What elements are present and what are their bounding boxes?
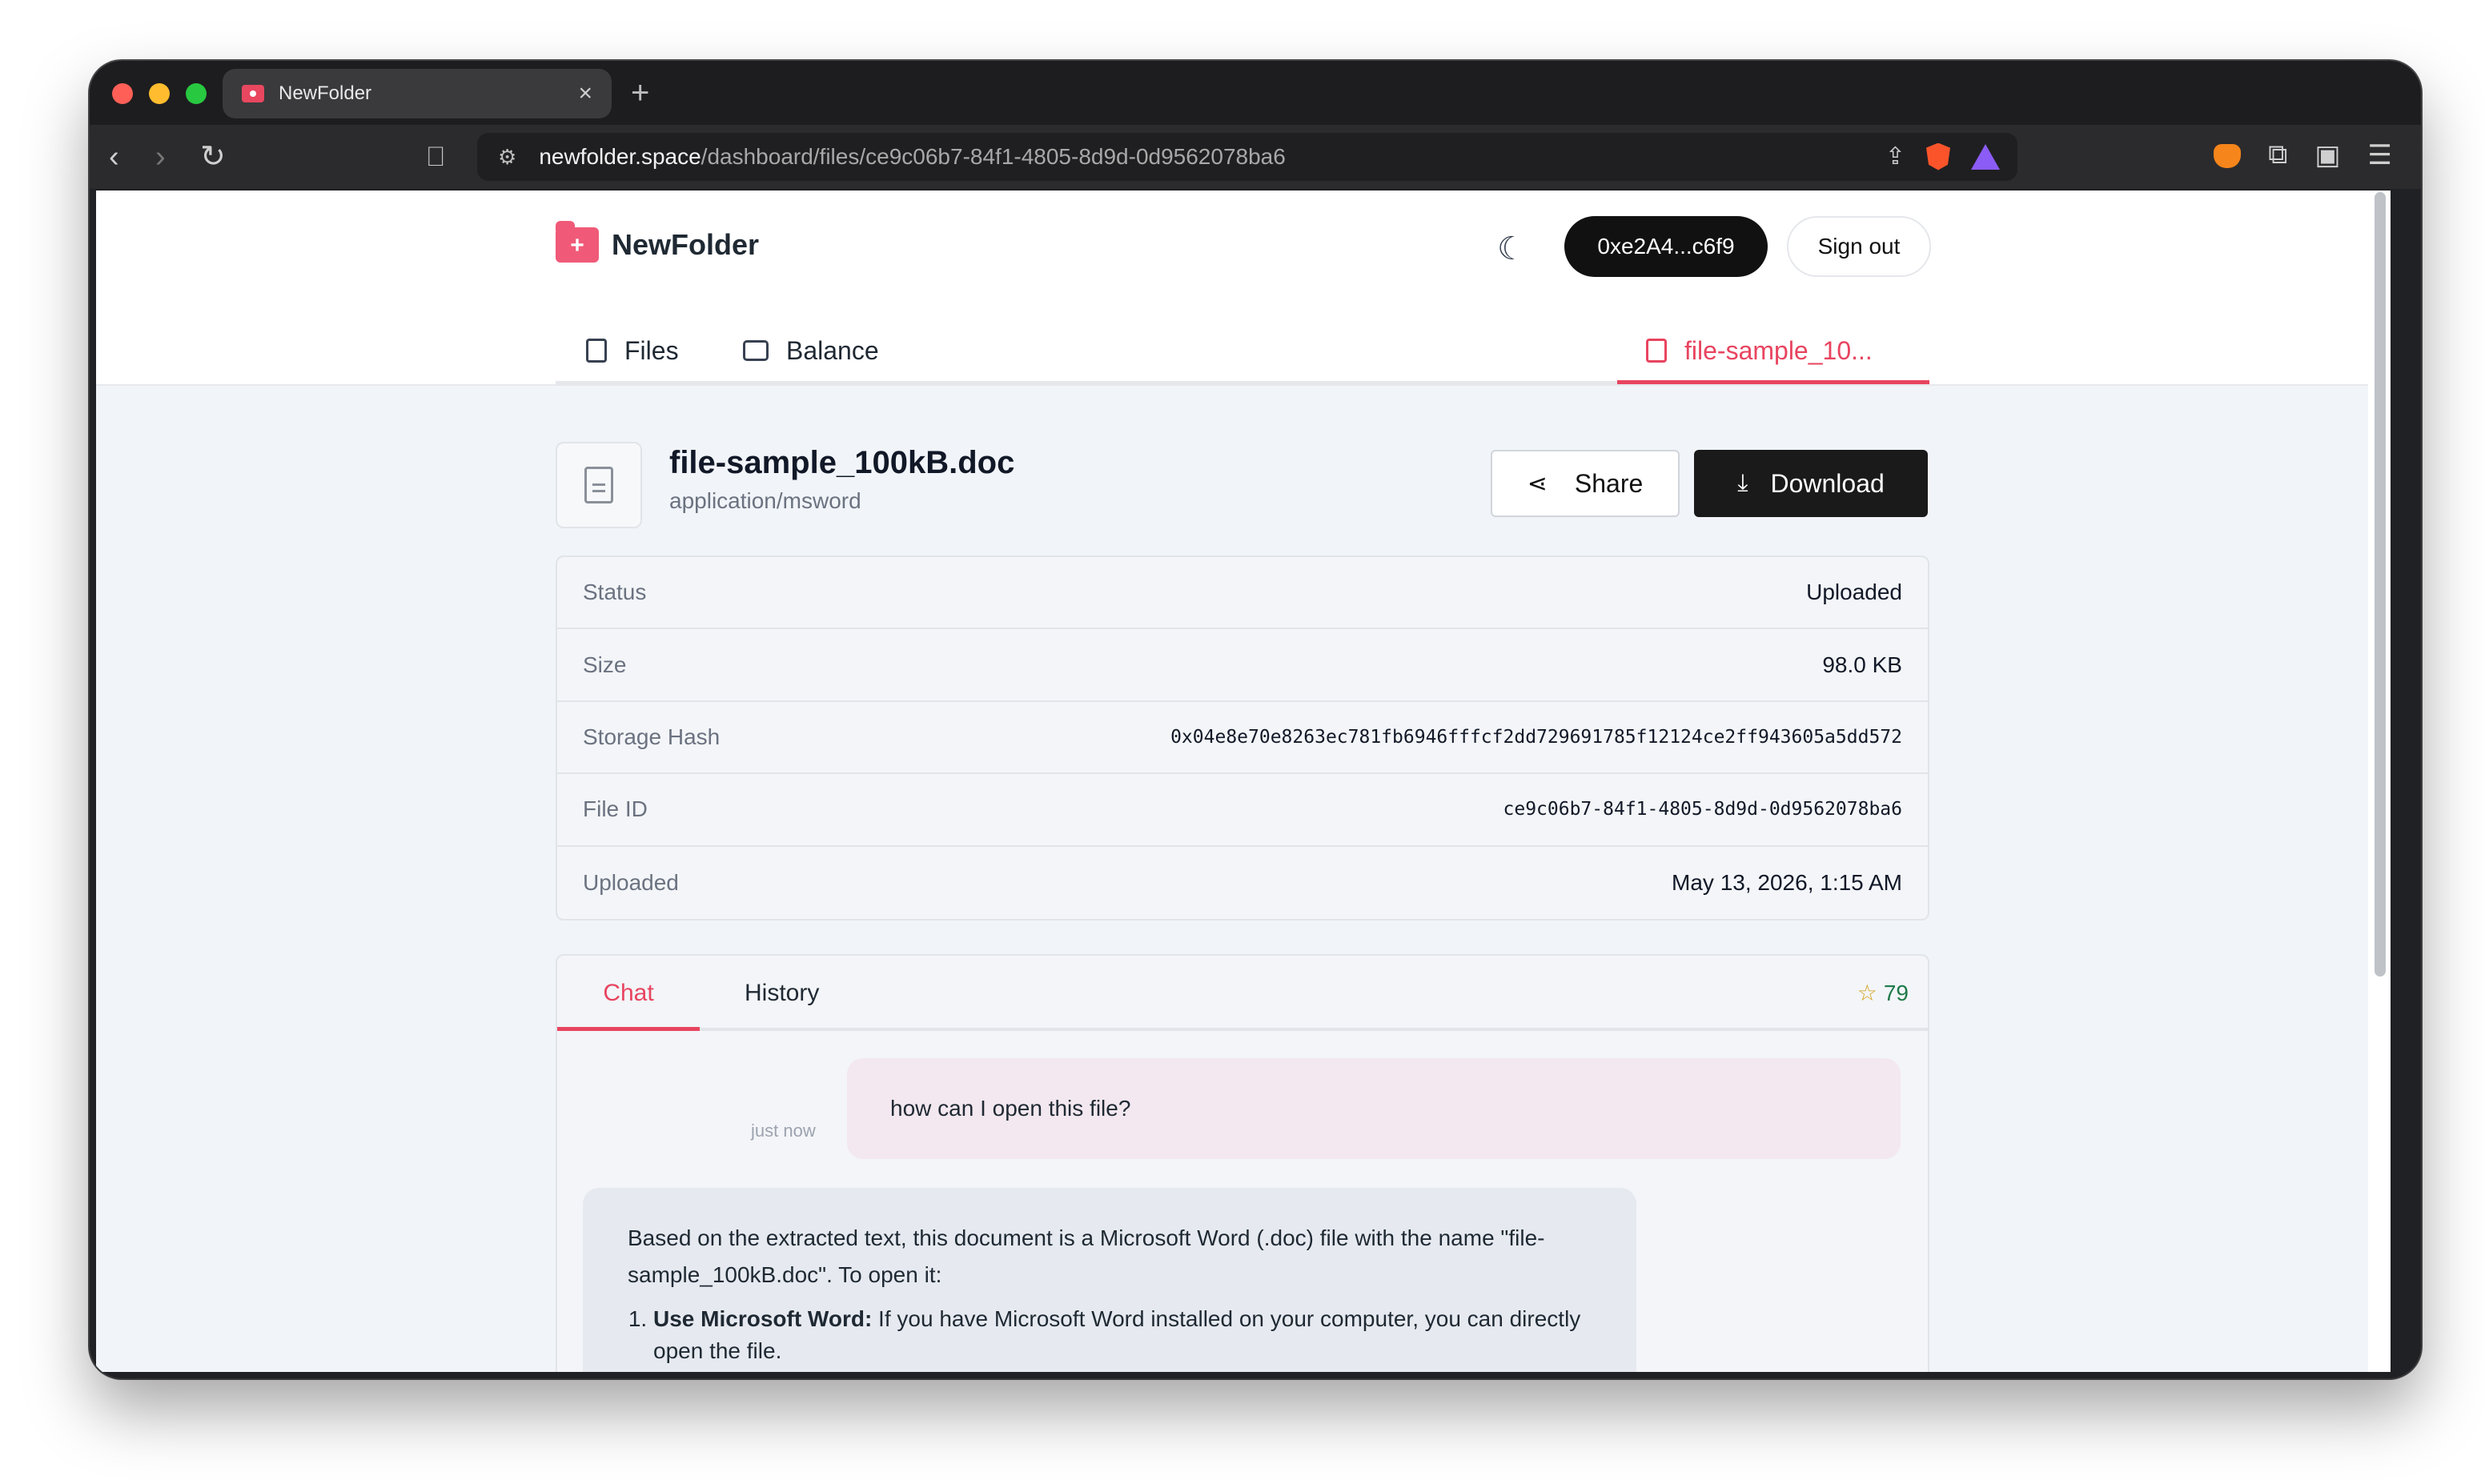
files-icon <box>586 339 607 363</box>
tab-chat[interactable]: Chat <box>557 956 700 1031</box>
detail-row-status: Status Uploaded <box>557 557 1928 630</box>
star-count-value: 79 <box>1883 980 1909 1005</box>
browser-toolbar: ‹ › ↻ ⎕ ⚙ newfolder.space /dashboard/fil… <box>90 125 2421 189</box>
nav-files[interactable]: Files <box>586 317 679 384</box>
chat-panel: Chat History ☆ 79 just now how can I ope… <box>556 954 1929 1372</box>
forward-icon[interactable]: › <box>155 139 166 174</box>
tab-history[interactable]: History <box>745 956 819 1031</box>
detail-value: Uploaded <box>1806 580 1902 605</box>
tab-close-icon[interactable]: × <box>578 80 592 107</box>
nav-balance[interactable]: Balance <box>743 317 879 384</box>
menu-icon[interactable]: ☰ <box>2368 139 2392 171</box>
download-icon: ⤓ <box>1737 470 1748 496</box>
maximize-window-button[interactable] <box>186 83 207 104</box>
list-item: Use Microsoft Word: If you have Microsof… <box>653 1303 1592 1367</box>
detail-label: Uploaded <box>583 869 679 895</box>
close-window-button[interactable] <box>112 83 133 104</box>
share-button-label: Share <box>1574 468 1644 498</box>
detail-row-uploaded: Uploaded May 13, 2026, 1:15 AM <box>557 847 1928 919</box>
nav-active-indicator <box>1617 380 1929 384</box>
folder-favicon-icon <box>242 85 264 102</box>
detail-row-size: Size 98.0 KB <box>557 629 1928 702</box>
share-page-icon[interactable]: ⇪ <box>1885 142 1905 170</box>
detail-value: May 13, 2026, 1:15 AM <box>1672 869 1902 895</box>
new-tab-button[interactable]: + <box>631 75 649 111</box>
detail-value: 0x04e8e70e8263ec781fb6946fffcf2dd7296917… <box>1170 726 1902 748</box>
brave-shields-icon[interactable] <box>1926 142 1950 170</box>
address-bar-actions: ⇪ <box>1885 142 2000 170</box>
back-icon[interactable]: ‹ <box>109 139 119 174</box>
main-nav: Files Balance file-sample_10... <box>556 317 1929 384</box>
extensions-puzzle-icon[interactable]: ⧉ <box>2268 139 2287 171</box>
sign-out-button[interactable]: Sign out <box>1787 216 1931 277</box>
tab-title: NewFolder <box>279 82 372 104</box>
address-bar[interactable]: ⚙ newfolder.space /dashboard/files/ce9c0… <box>477 133 2017 181</box>
detail-row-storage-hash: Storage Hash 0x04e8e70e8263ec781fb6946ff… <box>557 702 1928 775</box>
assistant-message-intro: Based on the extracted text, this docume… <box>628 1225 1545 1287</box>
nav-current-file[interactable]: file-sample_10... <box>1646 317 1873 384</box>
file-details-table: Status Uploaded Size 98.0 KB Storage Has… <box>556 555 1929 920</box>
metamask-icon[interactable] <box>2214 144 2242 168</box>
extension-icons: ⧉ ▣ ☰ <box>2214 139 2392 171</box>
assistant-message-list: Use Microsoft Word: If you have Microsof… <box>628 1303 1592 1367</box>
folder-plus-icon: + <box>556 221 599 263</box>
detail-label: Storage Hash <box>583 724 721 749</box>
scrollbar[interactable] <box>2375 192 2386 977</box>
detail-label: Status <box>583 580 647 605</box>
star-count: ☆ 79 <box>1857 980 1909 1006</box>
share-icon: ⋖ <box>1527 470 1548 497</box>
tab-strip: NewFolder × + <box>90 61 2421 125</box>
detail-label: Size <box>583 652 627 677</box>
nav-current-file-label: file-sample_10... <box>1684 335 1873 365</box>
site-settings-icon[interactable]: ⚙ <box>498 145 516 170</box>
download-button-label: Download <box>1770 468 1885 498</box>
chat-tab-indicator <box>557 1027 700 1031</box>
wallet-address-button[interactable]: 0xe2A4...c6f9 <box>1564 216 1768 277</box>
reload-icon[interactable]: ↻ <box>200 139 226 174</box>
nav-balance-label: Balance <box>786 335 879 365</box>
download-button[interactable]: ⤓ Download <box>1694 450 1928 517</box>
url-path: /dashboard/files/ce9c06b7-84f1-4805-8d9d… <box>701 144 1286 169</box>
star-icon: ☆ <box>1857 981 1877 1005</box>
minimize-window-button[interactable] <box>149 83 170 104</box>
chat-tabs: Chat History ☆ 79 <box>557 956 1928 1031</box>
browser-window: NewFolder × + ‹ › ↻ ⎕ ⚙ newfolder.space … <box>90 61 2421 1378</box>
nav-files-label: Files <box>624 335 679 365</box>
list-item-title: Use Microsoft Word: <box>653 1306 873 1331</box>
file-type-thumbnail <box>556 442 642 528</box>
theme-toggle-moon-icon[interactable]: ☾ <box>1497 231 1526 267</box>
brand-logo[interactable]: + NewFolder <box>556 221 760 263</box>
message-timestamp: just now <box>751 1121 816 1141</box>
detail-label: File ID <box>583 796 648 822</box>
brave-rewards-icon[interactable] <box>1971 143 2000 170</box>
browser-tab[interactable]: NewFolder × <box>223 69 612 118</box>
wallet-icon <box>743 340 769 361</box>
reader-view-icon[interactable]: ▣ <box>2314 139 2340 171</box>
brand-name: NewFolder <box>612 228 760 261</box>
bookmark-icon[interactable]: ⎕ <box>428 139 444 174</box>
user-message: how can I open this file? <box>847 1058 1901 1159</box>
share-button[interactable]: ⋖ Share <box>1491 450 1680 517</box>
page-viewport: + NewFolder ☾ 0xe2A4...c6f9 Sign out Fil… <box>96 191 2391 1372</box>
detail-value: ce9c06b7-84f1-4805-8d9d-0d9562078ba6 <box>1503 799 1903 820</box>
file-icon <box>1646 339 1667 363</box>
assistant-message: Based on the extracted text, this docume… <box>583 1188 1636 1372</box>
user-message-text: how can I open this file? <box>890 1096 1131 1121</box>
file-mime-type: application/msword <box>669 488 861 513</box>
detail-row-file-id: File ID ce9c06b7-84f1-4805-8d9d-0d956207… <box>557 774 1928 847</box>
detail-value: 98.0 KB <box>1822 652 1902 677</box>
file-name: file-sample_100kB.doc <box>669 445 1015 480</box>
document-icon <box>584 467 613 503</box>
url-host: newfolder.space <box>539 144 701 169</box>
